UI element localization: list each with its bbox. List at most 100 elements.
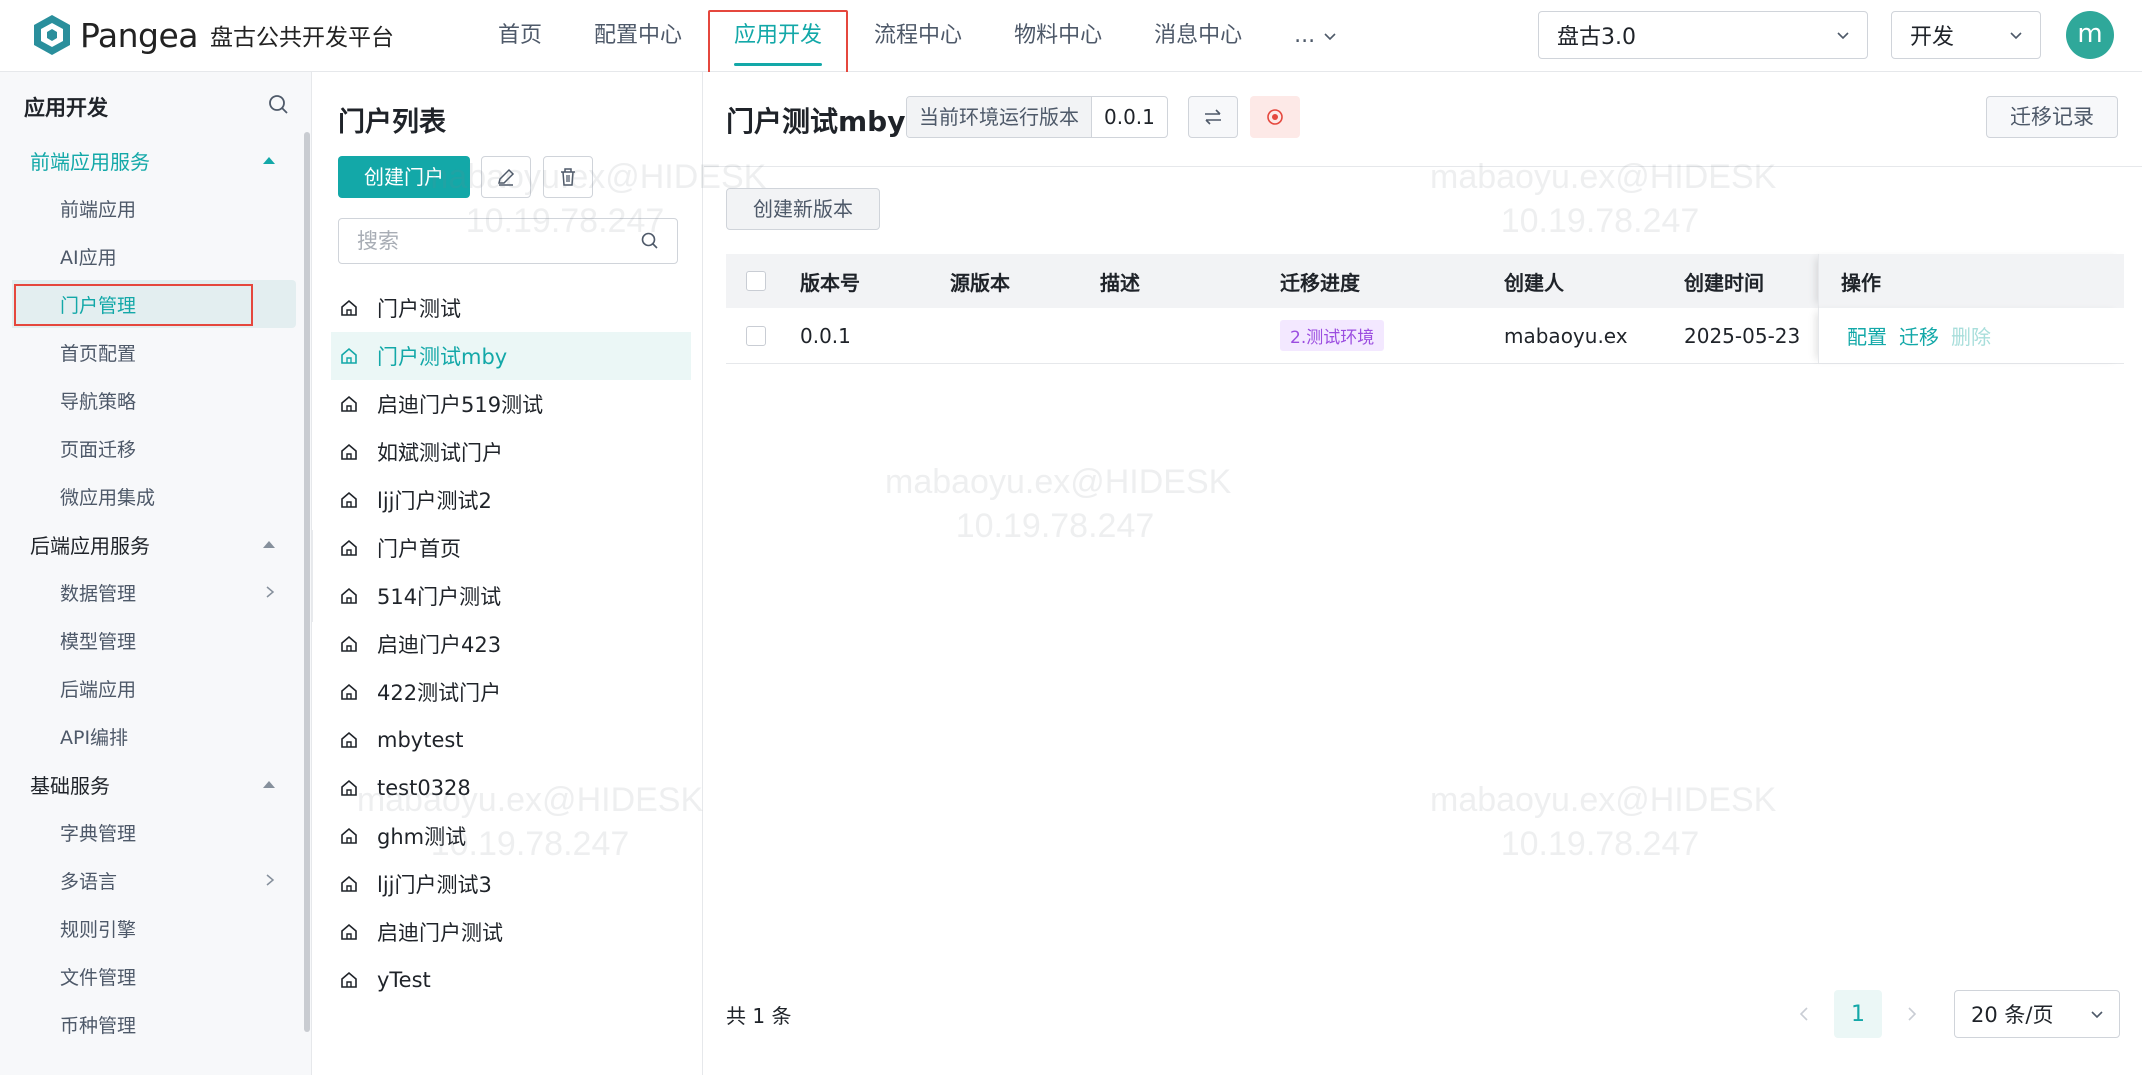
home-icon — [341, 827, 357, 844]
sidebar-item-ai-app[interactable]: AI应用 — [0, 232, 296, 280]
env-select-value: 开发 — [1910, 25, 1955, 50]
portal-list-item[interactable]: 如斌测试门户 — [331, 428, 691, 476]
prev-page-button[interactable] — [1786, 990, 1822, 1038]
project-select[interactable]: 盘古3.0 — [1538, 11, 1868, 59]
sidebar-menu: 前端应用服务 前端应用 AI应用 门户管理 首页配置 导航策略 页面迁移 微应用… — [0, 136, 296, 1048]
create-portal-button[interactable]: 创建门户 — [338, 156, 470, 198]
row-checkbox[interactable] — [746, 325, 766, 346]
sidebar-item-label: 多语言 — [60, 870, 118, 893]
sidebar-title: 应用开发 — [24, 96, 108, 120]
portal-list-item[interactable]: ljj门户测试3 — [331, 860, 691, 908]
sidebar-group-backend[interactable]: 后端应用服务 — [0, 520, 296, 568]
sidebar-item-dictionary[interactable]: 字典管理 — [0, 808, 296, 856]
portal-search[interactable] — [338, 218, 678, 264]
portal-name: 514门户测试 — [377, 585, 502, 609]
logo[interactable]: Pangea 盘古公共开发平台 — [30, 12, 394, 58]
portal-list-item[interactable]: yTest — [331, 956, 691, 1004]
user-avatar[interactable]: m — [2066, 11, 2114, 59]
portal-list-item[interactable]: mbytest — [331, 716, 691, 764]
sidebar-item-api-orchestration[interactable]: API编排 — [0, 712, 296, 760]
portal-list-item[interactable]: 门户首页 — [331, 524, 691, 572]
sidebar-item-data-management[interactable]: 数据管理 — [0, 568, 296, 616]
sidebar-item-label: 模型管理 — [60, 630, 137, 653]
sidebar-item-model-management[interactable]: 模型管理 — [0, 616, 296, 664]
portal-list-item[interactable]: 422测试门户 — [331, 668, 691, 716]
progress-tag: 2.测试环境 — [1280, 320, 1385, 351]
search-icon[interactable] — [639, 230, 661, 252]
stop-button[interactable] — [1250, 96, 1300, 138]
migration-history-button[interactable]: 迁移记录 — [1986, 96, 2118, 138]
portal-list-item[interactable]: 门户测试mby — [331, 332, 691, 380]
sidebar-item-page-migration[interactable]: 页面迁移 — [0, 424, 296, 472]
portal-list-item[interactable]: 启迪门户423 — [331, 620, 691, 668]
chevron-down-icon — [1324, 33, 1336, 41]
portal-search-input[interactable] — [357, 229, 617, 253]
table-row: 0.0.1 2.测试环境 mabaoyu.ex 2025-05-23 配置 迁移… — [726, 308, 2124, 364]
nav-config-center[interactable]: 配置中心 — [568, 0, 708, 72]
col-creator: 创建人 — [1504, 270, 1564, 295]
swap-icon — [1205, 109, 1221, 125]
chevron-down-icon — [2091, 1011, 2103, 1019]
page-size-value: 20 条/页 — [1971, 1003, 2054, 1027]
home-icon — [341, 683, 357, 700]
current-version-chip: 当前环境运行版本 0.0.1 — [906, 96, 1168, 138]
main-nav: 首页 配置中心 应用开发 流程中心 物料中心 消息中心 ... — [472, 0, 1363, 74]
edit-portal-button[interactable] — [481, 156, 531, 198]
next-page-button[interactable] — [1894, 990, 1930, 1038]
env-select[interactable]: 开发 — [1891, 11, 2041, 59]
sidebar-item-rule-engine[interactable]: 规则引擎 — [0, 904, 296, 952]
search-icon[interactable] — [266, 92, 292, 118]
sidebar-item-micro-app[interactable]: 微应用集成 — [0, 472, 296, 520]
portal-name: test0328 — [377, 776, 471, 800]
sidebar-item-home-config[interactable]: 首页配置 — [0, 328, 296, 376]
portal-list-item[interactable]: 门户测试 — [331, 284, 691, 332]
sidebar-group-basic[interactable]: 基础服务 — [0, 760, 296, 808]
delete-portal-button[interactable] — [543, 156, 593, 198]
portal-name: yTest — [377, 968, 431, 992]
chevron-down-icon — [1837, 32, 1849, 40]
chevron-down-icon — [2010, 32, 2022, 40]
sidebar-item-frontend-app[interactable]: 前端应用 — [0, 184, 296, 232]
sidebar-item-nav-strategy[interactable]: 导航策略 — [0, 376, 296, 424]
switch-version-button[interactable] — [1188, 96, 1238, 138]
page-number-button[interactable]: 1 — [1834, 990, 1882, 1038]
create-version-button[interactable]: 创建新版本 — [726, 188, 880, 230]
stop-circle-icon — [1267, 109, 1283, 125]
configure-link[interactable]: 配置 — [1847, 321, 1887, 350]
portal-list-item[interactable]: test0328 — [331, 764, 691, 812]
nav-process-center[interactable]: 流程中心 — [848, 0, 988, 72]
nav-app-dev[interactable]: 应用开发 — [708, 0, 849, 74]
cell-created-time: 2025-05-23 — [1684, 323, 1801, 348]
delete-link[interactable]: 删除 — [1951, 321, 1991, 350]
portal-name: ljj门户测试2 — [377, 489, 492, 513]
sidebar-item-file-management[interactable]: 文件管理 — [0, 952, 296, 1000]
caret-up-icon — [263, 157, 275, 164]
sidebar-item-backend-app[interactable]: 后端应用 — [0, 664, 296, 712]
portal-name: 门户测试 — [377, 297, 461, 321]
nav-home[interactable]: 首页 — [472, 0, 568, 72]
sidebar-item-currency[interactable]: 币种管理 — [0, 1000, 296, 1048]
select-all-checkbox[interactable] — [746, 271, 766, 291]
portal-list-item[interactable]: 514门户测试 — [331, 572, 691, 620]
nav-message-center[interactable]: 消息中心 — [1128, 0, 1268, 72]
caret-up-icon — [263, 541, 275, 548]
portal-list-item[interactable]: ghm测试 — [331, 812, 691, 860]
portal-list-item[interactable]: 启迪门户测试 — [331, 908, 691, 956]
home-icon — [341, 395, 357, 412]
nav-more[interactable]: ... — [1268, 0, 1363, 72]
sidebar-item-label: AI应用 — [60, 246, 117, 269]
sidebar-item-i18n[interactable]: 多语言 — [0, 856, 296, 904]
portal-list-item[interactable]: 启迪门户519测试 — [331, 380, 691, 428]
sidebar-scrollbar[interactable] — [304, 132, 310, 1032]
sidebar-item-portal-management[interactable]: 门户管理 — [12, 280, 296, 328]
table-header: 版本号 源版本 描述 迁移进度 创建人 创建时间 操作 — [726, 254, 2124, 308]
portal-list-item[interactable]: ljj门户测试2 — [331, 476, 691, 524]
version-table: 版本号 源版本 描述 迁移进度 创建人 创建时间 操作 0.0.1 2.测试环境… — [726, 254, 2124, 364]
home-icon — [341, 587, 357, 604]
platform-subtitle: 盘古公共开发平台 — [210, 25, 395, 51]
page-size-select[interactable]: 20 条/页 — [1954, 990, 2120, 1038]
sidebar-item-label: 首页配置 — [60, 342, 137, 365]
sidebar-group-frontend[interactable]: 前端应用服务 — [0, 136, 296, 184]
migrate-link[interactable]: 迁移 — [1899, 321, 1939, 350]
nav-material-center[interactable]: 物料中心 — [988, 0, 1128, 72]
